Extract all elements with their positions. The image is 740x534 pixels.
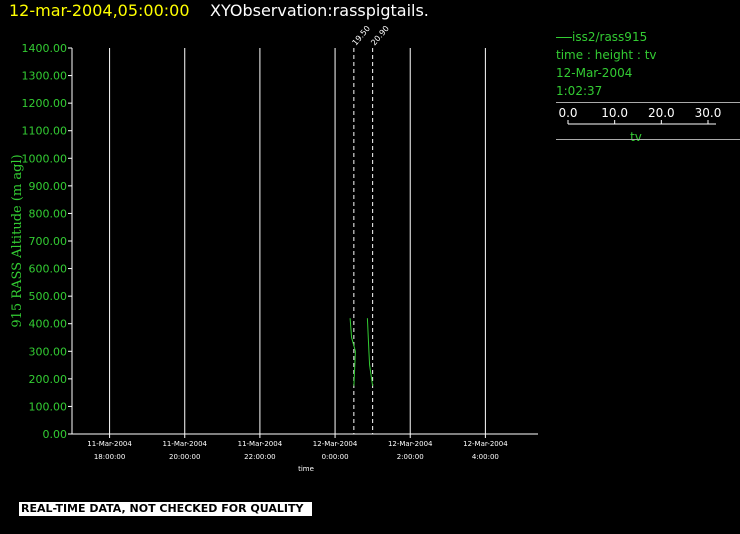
tv-scale-tick-label: 0.0 xyxy=(558,106,577,120)
y-tick-label: 900.00 xyxy=(29,180,68,193)
y-axis-label: 915 RASS Altitude (m agl) xyxy=(10,154,25,327)
legend-station: iss2/rass915 xyxy=(556,30,647,44)
tv-scale-tick-label: 10.0 xyxy=(601,106,628,120)
x-tick-label-time: 4:00:00 xyxy=(472,453,499,461)
reference-label: 19.50 xyxy=(350,24,372,47)
y-tick-label: 1400.00 xyxy=(22,42,68,55)
x-tick-label-time: 18:00:00 xyxy=(94,453,125,461)
y-tick-label: 1100.00 xyxy=(22,125,68,138)
y-tick-label: 100.00 xyxy=(29,400,68,413)
profile-series-line xyxy=(366,318,374,386)
y-tick-label: 1300.00 xyxy=(22,70,68,83)
x-tick-label-date: 11-Mar-2004 xyxy=(162,440,207,448)
legend-time: 1:02:37 xyxy=(556,84,603,98)
x-tick-label-time: 0:00:00 xyxy=(322,453,349,461)
x-tick-label-time: 2:00:00 xyxy=(397,453,424,461)
y-tick-label: 800.00 xyxy=(29,207,68,220)
x-tick-label-date: 12-Mar-2004 xyxy=(463,440,508,448)
y-tick-label: 1200.00 xyxy=(22,97,68,110)
y-tick-label: 300.00 xyxy=(29,345,68,358)
legend-date: 12-Mar-2004 xyxy=(556,66,633,80)
y-tick-label: 1000.00 xyxy=(22,152,68,165)
x-tick-label-date: 11-Mar-2004 xyxy=(238,440,283,448)
legend-divider-top xyxy=(556,102,740,103)
tv-scale-tick-label: 30.0 xyxy=(695,106,722,120)
x-axis-label: time xyxy=(298,465,314,473)
x-tick-label-date: 12-Mar-2004 xyxy=(388,440,433,448)
y-tick-label: 700.00 xyxy=(29,235,68,248)
legend-divider-bottom xyxy=(556,139,740,140)
y-tick-label: 600.00 xyxy=(29,263,68,276)
quality-notice: REAL-TIME DATA, NOT CHECKED FOR QUALITY xyxy=(19,502,312,516)
y-tick-label: 400.00 xyxy=(29,318,68,331)
x-tick-label-time: 22:00:00 xyxy=(244,453,275,461)
x-tick-label-date: 12-Mar-2004 xyxy=(313,440,358,448)
x-tick-label-time: 20:00:00 xyxy=(169,453,200,461)
y-tick-label: 0.00 xyxy=(43,428,68,441)
profile-series-line xyxy=(349,318,356,386)
tv-scale-tick-label: 20.0 xyxy=(648,106,675,120)
legend-fields: time : height : tv xyxy=(556,48,657,62)
reference-label: 20.90 xyxy=(369,24,391,47)
x-tick-label-date: 11-Mar-2004 xyxy=(87,440,132,448)
y-tick-label: 200.00 xyxy=(29,373,68,386)
y-tick-label: 500.00 xyxy=(29,290,68,303)
tv-scale: 0.0 10.0 20.0 30.0 tv xyxy=(558,106,722,144)
tv-scale-label: tv xyxy=(630,130,642,144)
profile-plot: 19.5020.90 0.00 100.00 200.00 300.00 400.00 5… xyxy=(10,24,538,473)
